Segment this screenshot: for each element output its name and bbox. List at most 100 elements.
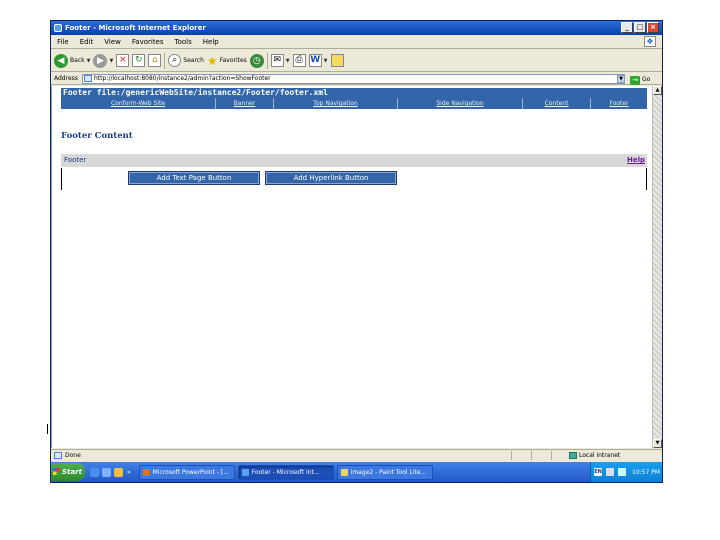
folder-quicklaunch-icon[interactable] (114, 467, 123, 477)
page-icon (84, 75, 92, 82)
menu-favorites[interactable]: Favorites (132, 38, 164, 46)
start-button[interactable]: Start (51, 463, 85, 481)
task-label: Microsoft PowerPoint - [... (152, 468, 229, 476)
paint-icon (340, 468, 348, 476)
star-icon: ★ (206, 53, 218, 68)
ie-icon (241, 468, 249, 476)
history-icon: ◷ (249, 53, 264, 68)
status-cells (511, 451, 569, 460)
forward-button[interactable]: ▶ ▼ (93, 52, 113, 70)
favorites-button[interactable]: ★ Favorites (207, 52, 247, 70)
print-button[interactable]: ⎙ (292, 52, 306, 70)
edit-dropdown-icon[interactable]: ▼ (324, 58, 328, 64)
menu-help[interactable]: Help (203, 38, 219, 46)
task-powerpoint[interactable]: Microsoft PowerPoint - [... (138, 464, 235, 480)
stop-icon: × (116, 54, 130, 67)
start-label: Start (62, 468, 82, 476)
search-label: Search (183, 57, 204, 64)
print-icon: ⎙ (292, 54, 306, 67)
back-arrow-icon: ◀ (54, 53, 68, 68)
quicklaunch-chevron-icon[interactable]: » (127, 469, 131, 476)
close-button[interactable]: × (647, 22, 659, 33)
back-button[interactable]: ◀ Back ▼ (54, 52, 90, 70)
caption-buttons: _ □ × (621, 22, 659, 33)
edit-button[interactable]: W ▼ (308, 52, 328, 70)
footer-section-bar: Footer Help (61, 154, 647, 167)
powerpoint-icon (142, 468, 150, 476)
address-label: Address (54, 75, 78, 82)
cursor-mark (47, 424, 48, 434)
home-icon: ⌂ (148, 54, 162, 67)
taskbar: Start » Microsoft PowerPoint - [... Foot… (51, 462, 662, 482)
windows-flag-icon (53, 468, 60, 475)
menu-tools[interactable]: Tools (175, 38, 192, 46)
quick-launch: » (90, 467, 131, 477)
maximize-button[interactable]: □ (634, 22, 646, 33)
button-row: Add Text Page Button Add Hyperlink Butto… (61, 168, 647, 190)
title-bar[interactable]: Footer - Microsoft Internet Explorer _ □… (51, 21, 662, 35)
address-input[interactable]: http://localhost:8080/instance2/admin?ac… (82, 74, 625, 84)
mail-icon: ✉ (270, 54, 284, 67)
nav-side-navigation[interactable]: Side Navigation (398, 98, 523, 109)
menu-bar: File Edit View Favorites Tools Help ❖ (51, 35, 662, 49)
network-icon[interactable] (606, 468, 614, 476)
nav-conform-web-site[interactable]: Conform-Web Site (61, 98, 216, 109)
minimize-button[interactable]: _ (621, 22, 633, 33)
add-hyperlink-button[interactable]: Add Hyperlink Button (265, 171, 397, 185)
menu-edit[interactable]: Edit (80, 38, 94, 46)
address-bar: Address http://localhost:8080/instance2/… (51, 73, 662, 85)
address-dropdown-icon[interactable]: ▼ (617, 75, 625, 83)
refresh-button[interactable]: ↻ (132, 52, 146, 70)
history-button[interactable]: ◷ (249, 52, 264, 70)
site-nav: Conform-Web Site Banner Top Navigation S… (61, 98, 647, 109)
back-dropdown-icon[interactable]: ▼ (87, 58, 91, 64)
clock: 10:57 PM (632, 468, 660, 476)
toolbar-separator (164, 52, 166, 69)
folder-icon (330, 54, 344, 67)
search-icon: ⌕ (168, 54, 182, 67)
forward-dropdown-icon[interactable]: ▼ (109, 58, 113, 64)
task-label: image2 - Paint Tool Lite... (350, 468, 427, 476)
mail-dropdown-icon[interactable]: ▼ (286, 58, 290, 64)
language-indicator[interactable]: EN (594, 468, 602, 476)
vertical-scrollbar[interactable]: ▲ ▼ (652, 86, 662, 448)
menu-view[interactable]: View (104, 38, 121, 46)
nav-top-navigation[interactable]: Top Navigation (274, 98, 398, 109)
word-icon: W (308, 54, 322, 67)
scroll-up-icon[interactable]: ▲ (653, 86, 662, 95)
page-content: Footer file:/genericWebSite/instance2/Fo… (51, 86, 652, 448)
notes-button[interactable] (330, 52, 344, 70)
task-label: Footer - Microsoft Int... (251, 468, 320, 476)
toolbar-separator (266, 52, 268, 69)
help-link[interactable]: Help (627, 154, 645, 167)
ie-icon (54, 24, 62, 32)
standard-toolbar: ◀ Back ▼ ▶ ▼ × ↻ ⌂ ⌕ Search ★ Favorites … (51, 50, 662, 72)
desktop-quicklaunch-icon[interactable] (102, 467, 111, 477)
go-arrow-icon: → (630, 75, 640, 85)
page-done-icon (54, 452, 62, 459)
nav-content[interactable]: Content (523, 98, 591, 109)
ie-quicklaunch-icon[interactable] (90, 467, 99, 477)
nav-banner[interactable]: Banner (216, 98, 274, 109)
home-button[interactable]: ⌂ (148, 52, 162, 70)
go-button[interactable]: → Go (630, 74, 650, 86)
status-text: Done (65, 452, 81, 459)
window-title: Footer - Microsoft Internet Explorer (65, 24, 206, 32)
menu-file[interactable]: File (57, 38, 69, 46)
status-bar: Done Local intranet (51, 449, 662, 461)
search-button[interactable]: ⌕ Search (168, 52, 204, 70)
volume-icon[interactable] (618, 468, 626, 476)
refresh-icon: ↻ (132, 54, 146, 67)
nav-footer[interactable]: Footer (591, 98, 647, 109)
security-zone: Local intranet (569, 450, 620, 461)
task-ie-footer[interactable]: Footer - Microsoft Int... (237, 464, 334, 480)
intranet-icon (569, 452, 577, 459)
scroll-down-icon[interactable]: ▼ (653, 439, 662, 448)
mail-button[interactable]: ✉ ▼ (270, 52, 290, 70)
task-paint[interactable]: image2 - Paint Tool Lite... (336, 464, 433, 480)
add-text-page-button[interactable]: Add Text Page Button (128, 171, 260, 185)
system-tray: EN 10:57 PM (590, 462, 662, 482)
stop-button[interactable]: × (116, 52, 130, 70)
go-label: Go (642, 76, 651, 83)
back-label: Back (70, 57, 85, 64)
